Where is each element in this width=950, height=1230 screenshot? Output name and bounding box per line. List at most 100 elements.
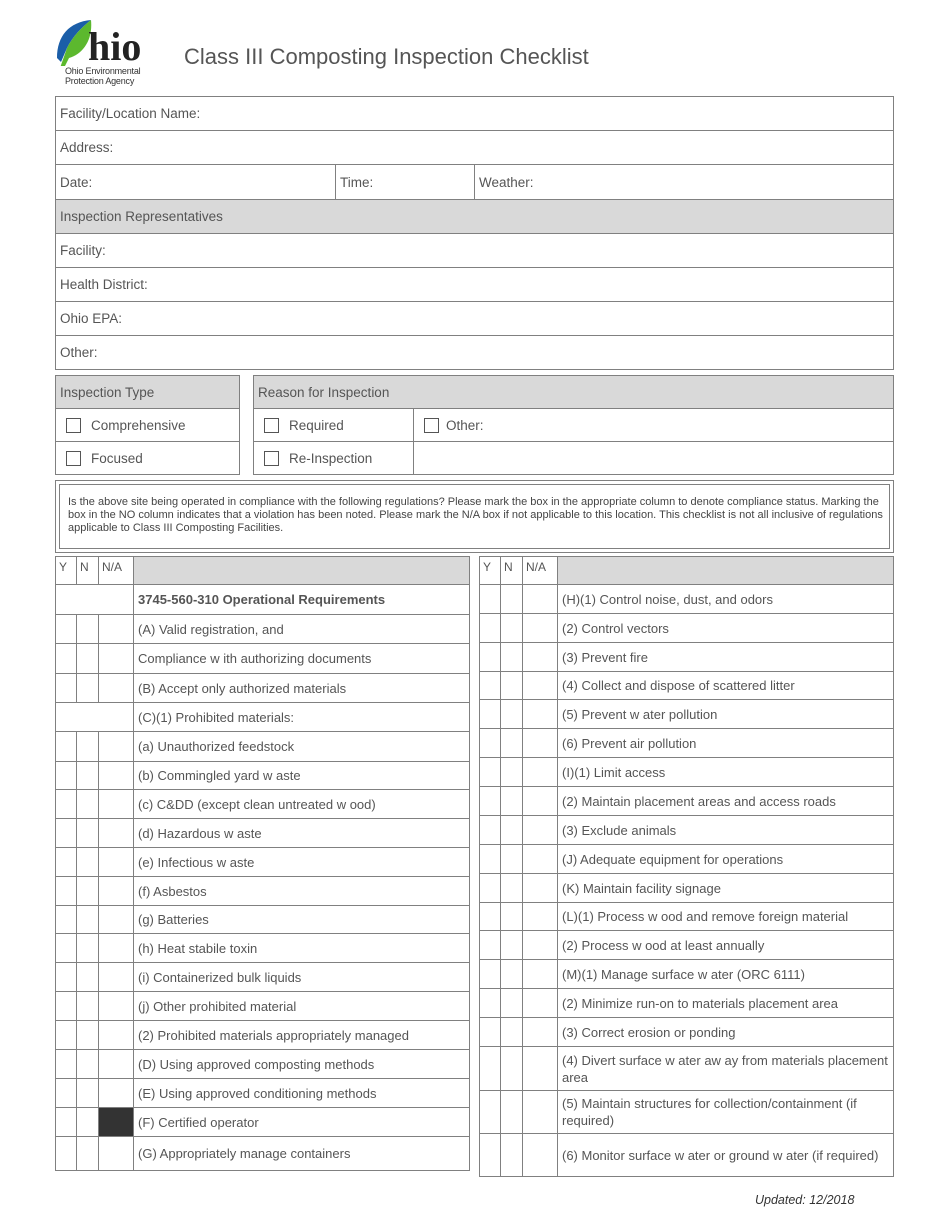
facility-rep-field[interactable]: Facility: xyxy=(56,234,893,268)
no-checkbox-cell[interactable] xyxy=(76,1020,99,1050)
na-checkbox-cell[interactable] xyxy=(522,642,558,672)
na-checkbox-cell[interactable] xyxy=(98,614,134,644)
no-checkbox-cell[interactable] xyxy=(76,761,99,790)
na-checkbox-cell[interactable] xyxy=(522,959,558,989)
no-checkbox-cell[interactable] xyxy=(500,757,523,787)
na-checkbox-cell[interactable] xyxy=(98,731,134,762)
na-checkbox-cell[interactable] xyxy=(98,1136,134,1171)
yes-checkbox-cell[interactable] xyxy=(479,642,501,672)
yes-checkbox-cell[interactable] xyxy=(55,1078,77,1108)
yes-checkbox-cell[interactable] xyxy=(55,962,77,992)
no-checkbox-cell[interactable] xyxy=(76,789,99,819)
yes-checkbox-cell[interactable] xyxy=(479,786,501,816)
yes-checkbox-cell[interactable] xyxy=(55,673,77,703)
yes-checkbox-cell[interactable] xyxy=(55,789,77,819)
no-checkbox-cell[interactable] xyxy=(500,873,523,903)
yes-checkbox-cell[interactable] xyxy=(55,876,77,906)
no-checkbox-cell[interactable] xyxy=(500,671,523,700)
yes-checkbox-cell[interactable] xyxy=(55,1136,77,1171)
yes-checkbox-cell[interactable] xyxy=(55,1107,77,1137)
na-checkbox-cell[interactable] xyxy=(98,905,134,934)
na-checkbox-cell[interactable] xyxy=(522,1090,558,1134)
na-checkbox-cell[interactable] xyxy=(98,1049,134,1079)
no-checkbox-cell[interactable] xyxy=(76,991,99,1021)
yes-checkbox-cell[interactable] xyxy=(55,847,77,877)
no-checkbox-cell[interactable] xyxy=(76,1136,99,1171)
na-checkbox-cell[interactable] xyxy=(522,1133,558,1177)
reason-reinspection[interactable]: Re-Inspection xyxy=(254,442,413,474)
required-checkbox[interactable] xyxy=(264,417,279,433)
na-checkbox-cell[interactable] xyxy=(98,1078,134,1108)
no-checkbox-cell[interactable] xyxy=(500,902,523,931)
no-checkbox-cell[interactable] xyxy=(500,844,523,874)
yes-checkbox-cell[interactable] xyxy=(55,614,77,644)
no-checkbox-cell[interactable] xyxy=(76,847,99,877)
no-checkbox-cell[interactable] xyxy=(500,988,523,1018)
yes-checkbox-cell[interactable] xyxy=(479,699,501,729)
yes-checkbox-cell[interactable] xyxy=(479,613,501,643)
yes-checkbox-cell[interactable] xyxy=(55,1020,77,1050)
yes-checkbox-cell[interactable] xyxy=(479,902,501,931)
other-reason-checkbox[interactable] xyxy=(424,417,439,433)
na-checkbox-cell[interactable] xyxy=(522,815,558,845)
no-checkbox-cell[interactable] xyxy=(500,642,523,672)
no-checkbox-cell[interactable] xyxy=(500,1017,523,1047)
na-checkbox-cell[interactable] xyxy=(522,728,558,758)
no-checkbox-cell[interactable] xyxy=(500,815,523,845)
date-field[interactable]: Date: xyxy=(56,165,335,199)
no-checkbox-cell[interactable] xyxy=(76,962,99,992)
no-checkbox-cell[interactable] xyxy=(76,876,99,906)
yes-checkbox-cell[interactable] xyxy=(479,728,501,758)
no-checkbox-cell[interactable] xyxy=(500,1090,523,1134)
no-checkbox-cell[interactable] xyxy=(500,728,523,758)
reinspection-checkbox[interactable] xyxy=(264,450,279,466)
inspection-type-comprehensive[interactable]: Comprehensive xyxy=(56,409,239,442)
facility-location-field[interactable]: Facility/Location Name: xyxy=(56,97,893,131)
no-checkbox-cell[interactable] xyxy=(76,1078,99,1108)
yes-checkbox-cell[interactable] xyxy=(55,905,77,934)
no-checkbox-cell[interactable] xyxy=(76,1049,99,1079)
no-checkbox-cell[interactable] xyxy=(500,930,523,960)
no-checkbox-cell[interactable] xyxy=(76,643,99,674)
health-district-field[interactable]: Health District: xyxy=(56,268,893,302)
na-checkbox-cell[interactable] xyxy=(98,818,134,848)
no-checkbox-cell[interactable] xyxy=(76,614,99,644)
yes-checkbox-cell[interactable] xyxy=(479,815,501,845)
no-checkbox-cell[interactable] xyxy=(500,699,523,729)
no-checkbox-cell[interactable] xyxy=(76,731,99,762)
yes-checkbox-cell[interactable] xyxy=(479,1017,501,1047)
na-checkbox-cell[interactable] xyxy=(98,847,134,877)
yes-checkbox-cell[interactable] xyxy=(55,731,77,762)
na-checkbox-cell[interactable] xyxy=(98,761,134,790)
yes-checkbox-cell[interactable] xyxy=(479,930,501,960)
na-checkbox-cell[interactable] xyxy=(522,1017,558,1047)
na-checkbox-cell[interactable] xyxy=(522,699,558,729)
yes-checkbox-cell[interactable] xyxy=(55,761,77,790)
time-field[interactable]: Time: xyxy=(335,165,474,199)
na-checkbox-cell[interactable] xyxy=(522,757,558,787)
yes-checkbox-cell[interactable] xyxy=(55,818,77,848)
na-checkbox-cell[interactable] xyxy=(522,873,558,903)
no-checkbox-cell[interactable] xyxy=(76,933,99,963)
yes-checkbox-cell[interactable] xyxy=(479,757,501,787)
other-rep-field[interactable]: Other: xyxy=(56,336,893,369)
ohio-epa-field[interactable]: Ohio EPA: xyxy=(56,302,893,336)
no-checkbox-cell[interactable] xyxy=(500,959,523,989)
focused-checkbox[interactable] xyxy=(66,450,81,466)
weather-field[interactable]: Weather: xyxy=(474,165,893,199)
yes-checkbox-cell[interactable] xyxy=(55,1049,77,1079)
na-checkbox-cell[interactable] xyxy=(522,902,558,931)
no-checkbox-cell[interactable] xyxy=(500,786,523,816)
na-checkbox-cell[interactable] xyxy=(98,991,134,1021)
yes-checkbox-cell[interactable] xyxy=(479,988,501,1018)
no-checkbox-cell[interactable] xyxy=(500,1046,523,1091)
yes-checkbox-cell[interactable] xyxy=(479,1133,501,1177)
no-checkbox-cell[interactable] xyxy=(76,1107,99,1137)
yes-checkbox-cell[interactable] xyxy=(479,584,501,614)
na-checkbox-cell[interactable] xyxy=(522,988,558,1018)
na-checkbox-cell[interactable] xyxy=(98,643,134,674)
na-checkbox-cell[interactable] xyxy=(98,789,134,819)
na-checkbox-cell[interactable] xyxy=(98,933,134,963)
yes-checkbox-cell[interactable] xyxy=(55,991,77,1021)
na-checkbox-cell[interactable] xyxy=(98,673,134,703)
